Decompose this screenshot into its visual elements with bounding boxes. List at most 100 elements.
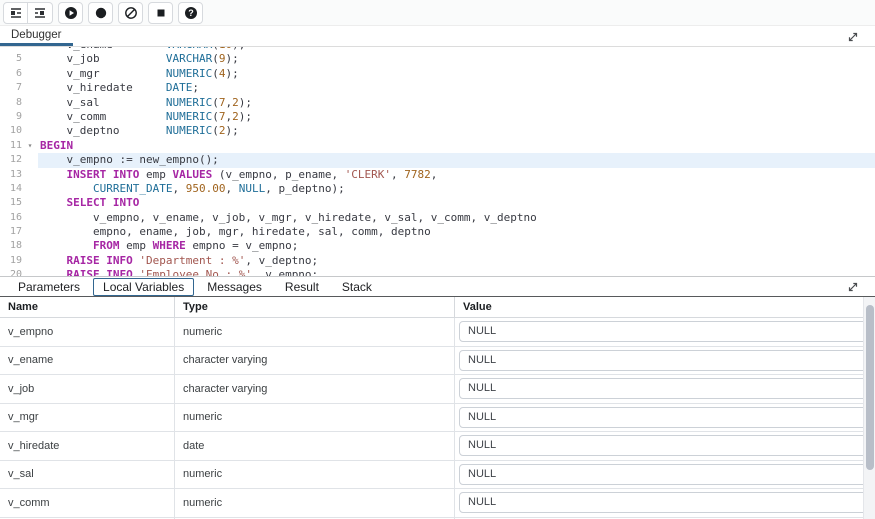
code-line-15: 15 SELECT INTO <box>0 196 875 210</box>
fold-spacer <box>22 268 38 276</box>
cell-value: NULL <box>455 461 875 489</box>
table-row: v_commnumericNULL <box>0 489 875 518</box>
line-number: 13 <box>0 168 22 182</box>
vertical-scrollbar[interactable] <box>863 297 875 519</box>
line-gutter[interactable]: 17 <box>0 225 38 239</box>
step-into-button[interactable] <box>3 2 28 24</box>
code-text: v_comm NUMERIC(7,2); <box>38 110 875 124</box>
code-text: v_empno, v_ename, v_job, v_mgr, v_hireda… <box>38 211 875 225</box>
tab-result[interactable]: Result <box>275 278 329 296</box>
code-text: v_job VARCHAR(9); <box>38 52 875 66</box>
cell-type: numeric <box>175 489 455 517</box>
line-gutter[interactable]: 18 <box>0 239 38 253</box>
value-input[interactable]: NULL <box>459 464 867 485</box>
value-input[interactable]: NULL <box>459 492 867 513</box>
tab-stack[interactable]: Stack <box>332 278 382 296</box>
value-input[interactable]: NULL <box>459 321 867 342</box>
help-icon: ? <box>184 6 198 20</box>
line-gutter[interactable]: 6 <box>0 67 38 81</box>
code-text: BEGIN <box>38 139 875 153</box>
line-gutter[interactable]: 10 <box>0 124 38 138</box>
code-text: INSERT INTO emp VALUES (v_empno, p_ename… <box>38 168 875 182</box>
scrollbar-thumb[interactable] <box>866 305 874 470</box>
stop-square-icon <box>154 6 168 20</box>
expand-icon <box>847 31 859 43</box>
grid-header: NameTypeValue <box>0 297 875 318</box>
cell-name: v_mgr <box>0 404 175 432</box>
value-input[interactable]: NULL <box>459 435 867 456</box>
fold-spacer <box>22 110 38 124</box>
table-row: v_hiredatedateNULL <box>0 432 875 461</box>
fold-spacer <box>22 239 38 253</box>
code-text: v_sal NUMERIC(7,2); <box>38 96 875 110</box>
debugger-window: ? Debugger 4 v_ename VARCHAR(10);5 v_job… <box>0 0 875 519</box>
grid-body: v_empnonumericNULLv_enamecharacter varyi… <box>0 318 875 519</box>
code-text: empno, ename, job, mgr, hiredate, sal, c… <box>38 225 875 239</box>
debugger-toolbar: ? <box>0 0 875 26</box>
code-line-14: 14 CURRENT_DATE, 950.00, NULL, p_deptno)… <box>0 182 875 196</box>
code-line-12: 12 v_empno := new_empno(); <box>0 153 875 167</box>
toggle-breakpoint-button[interactable] <box>88 2 113 24</box>
column-header-type: Type <box>175 297 455 317</box>
code-editor[interactable]: 4 v_ename VARCHAR(10);5 v_job VARCHAR(9)… <box>0 47 875 276</box>
line-gutter[interactable]: 20 <box>0 268 38 276</box>
fold-spacer <box>22 168 38 182</box>
line-number: 6 <box>0 67 22 81</box>
help-button[interactable]: ? <box>178 2 203 24</box>
fold-spacer <box>22 254 38 268</box>
code-text: v_deptno NUMERIC(2); <box>38 124 875 138</box>
tab-debugger[interactable]: Debugger <box>0 26 73 46</box>
cell-value: NULL <box>455 375 875 403</box>
clear-all-breakpoints-button[interactable] <box>118 2 143 24</box>
line-number: 14 <box>0 182 22 196</box>
value-input[interactable]: NULL <box>459 350 867 371</box>
line-gutter[interactable]: 19 <box>0 254 38 268</box>
line-gutter[interactable]: 8 <box>0 96 38 110</box>
no-symbol-icon <box>124 6 138 20</box>
code-line-9: 9 v_comm NUMERIC(7,2); <box>0 110 875 124</box>
tab-debugger-label: Debugger <box>11 29 62 41</box>
table-row: v_salnumericNULL <box>0 461 875 490</box>
cell-type: character varying <box>175 347 455 375</box>
code-text: CURRENT_DATE, 950.00, NULL, p_deptno); <box>38 182 875 196</box>
line-gutter[interactable]: 11▾ <box>0 139 38 153</box>
value-input[interactable]: NULL <box>459 378 867 399</box>
line-gutter[interactable]: 13 <box>0 168 38 182</box>
line-number: 11 <box>0 139 22 153</box>
line-gutter[interactable]: 16 <box>0 211 38 225</box>
value-input[interactable]: NULL <box>459 407 867 428</box>
cell-name: v_hiredate <box>0 432 175 460</box>
cell-type: numeric <box>175 318 455 346</box>
code-text: RAISE INFO 'Department : %', v_deptno; <box>38 254 875 268</box>
line-gutter[interactable]: 14 <box>0 182 38 196</box>
line-number: 17 <box>0 225 22 239</box>
code-text: SELECT INTO <box>38 196 875 210</box>
editor-expand-button[interactable] <box>847 30 859 48</box>
line-number: 12 <box>0 153 22 167</box>
column-header-value: Value <box>455 297 875 317</box>
code-line-8: 8 v_sal NUMERIC(7,2); <box>0 96 875 110</box>
stop-button[interactable] <box>148 2 173 24</box>
line-gutter[interactable]: 7 <box>0 81 38 95</box>
code-line-10: 10 v_deptno NUMERIC(2); <box>0 124 875 138</box>
line-gutter[interactable]: 9 <box>0 110 38 124</box>
code-line-5: 5 v_job VARCHAR(9); <box>0 52 875 66</box>
fold-marker-icon[interactable]: ▾ <box>22 139 38 153</box>
code-line-20: 20 RAISE INFO 'Employee No : %', v_empno… <box>0 268 875 276</box>
fold-spacer <box>22 81 38 95</box>
step-into-icon <box>9 6 23 20</box>
debug-panel-tabbar: ParametersLocal VariablesMessagesResultS… <box>0 276 875 296</box>
line-gutter[interactable]: 12 <box>0 153 38 167</box>
continue-button[interactable] <box>58 2 83 24</box>
code-text: v_hiredate DATE; <box>38 81 875 95</box>
tab-messages[interactable]: Messages <box>197 278 272 296</box>
cell-type: date <box>175 432 455 460</box>
line-number: 18 <box>0 239 22 253</box>
cell-value: NULL <box>455 404 875 432</box>
tab-local-variables[interactable]: Local Variables <box>93 278 194 296</box>
tab-parameters[interactable]: Parameters <box>8 278 90 296</box>
line-number: 9 <box>0 110 22 124</box>
line-gutter[interactable]: 5 <box>0 52 38 66</box>
line-gutter[interactable]: 15 <box>0 196 38 210</box>
step-over-button[interactable] <box>28 2 53 24</box>
